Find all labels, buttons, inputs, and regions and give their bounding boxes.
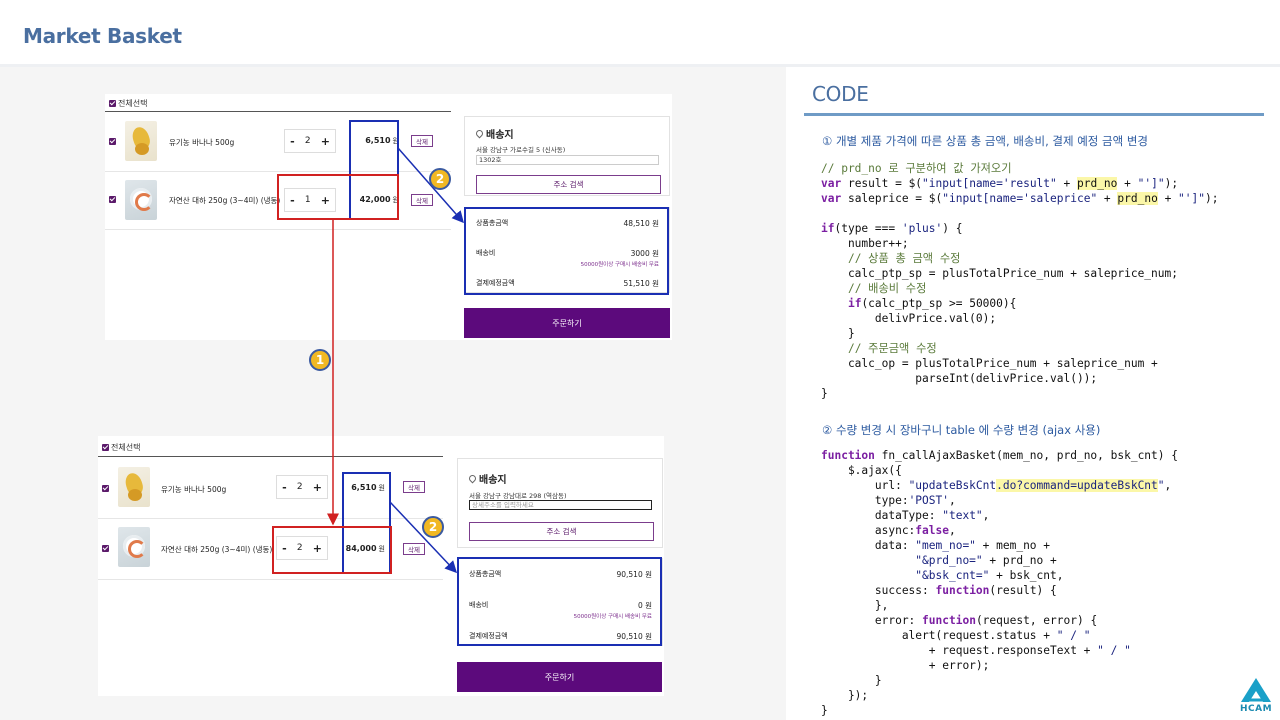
quantity-stepper[interactable]: - 2 + xyxy=(276,475,328,499)
logo-text: HCAM xyxy=(1239,704,1273,714)
banana-image xyxy=(125,121,157,161)
decrease-button[interactable]: - xyxy=(290,136,295,147)
code-title: CODE xyxy=(812,82,869,106)
delivery-address: 서울 강남구 가로수길 5 (신사동) xyxy=(476,146,566,154)
increase-button[interactable]: + xyxy=(313,482,322,493)
decrease-button[interactable]: - xyxy=(282,482,287,493)
step-badge-2: 2 xyxy=(422,516,444,538)
summary-highlight-bottom xyxy=(457,557,662,646)
quantity-value: 2 xyxy=(304,136,311,146)
select-all[interactable]: 전체선택 xyxy=(109,98,147,109)
delivery-heading: 배송지 xyxy=(474,126,514,141)
product-name: 자연산 대하 250g (3~4미) (냉동) xyxy=(169,196,281,205)
row-divider xyxy=(98,518,443,519)
location-pin-icon xyxy=(474,128,485,139)
delivery-panel: 배송지 서울 강남구 강남대로 298 (역삼동) 상세주소를 입력하세요 주소… xyxy=(457,458,663,548)
delivery-heading-label: 배송지 xyxy=(486,130,514,141)
code-title-rule xyxy=(804,113,1264,116)
item-checkbox[interactable] xyxy=(102,545,109,552)
code-heading-1: ① 개별 제품 가격에 따른 상품 총 금액, 배송비, 결제 예정 금액 변경 xyxy=(822,134,1148,148)
select-all-checkbox[interactable] xyxy=(102,444,109,451)
row-divider xyxy=(98,579,443,580)
select-all-checkbox[interactable] xyxy=(109,100,116,107)
code-block-2: function fn_callAjaxBasket(mem_no, prd_n… xyxy=(821,449,1178,717)
select-all-label: 전체선택 xyxy=(118,99,148,108)
quantity-value: 2 xyxy=(296,482,303,492)
item-checkbox[interactable] xyxy=(102,485,109,492)
code-block-1: // prd_no 로 구분하여 값 가져오기 var result = $("i… xyxy=(821,162,1219,400)
increase-button[interactable]: + xyxy=(321,136,330,147)
delivery-panel: 배송지 서울 강남구 가로수길 5 (신사동) 1302호 주소 검색 xyxy=(464,116,670,196)
delivery-heading-label: 배송지 xyxy=(479,475,507,486)
order-button[interactable]: 주문하기 xyxy=(457,662,662,692)
page-title: Market Basket xyxy=(23,24,182,48)
location-pin-icon xyxy=(467,473,478,484)
delete-button[interactable]: 삭제 xyxy=(403,543,425,555)
step-badge-1: 1 xyxy=(309,349,331,371)
address-search-button[interactable]: 주소 검색 xyxy=(469,522,654,541)
address-detail-input[interactable]: 1302호 xyxy=(476,155,659,165)
delete-button[interactable]: 삭제 xyxy=(411,135,433,147)
quantity-highlight-bottom xyxy=(272,526,392,574)
select-all-label: 전체선택 xyxy=(111,443,141,452)
step-badge-2: 2 xyxy=(429,168,451,190)
row-divider xyxy=(105,229,451,230)
delete-button[interactable]: 삭제 xyxy=(411,194,433,206)
item-checkbox[interactable] xyxy=(109,138,116,145)
cart-header-rule xyxy=(105,111,451,112)
banana-image xyxy=(118,467,150,507)
product-name: 유기농 바나나 500g xyxy=(161,485,227,494)
select-all[interactable]: 전체선택 xyxy=(102,442,140,453)
quantity-stepper[interactable]: - 2 + xyxy=(284,129,336,153)
delivery-heading: 배송지 xyxy=(467,471,507,486)
shrimp-image xyxy=(125,180,157,220)
cart-header-rule xyxy=(98,456,443,457)
quantity-highlight-top xyxy=(277,174,399,220)
delete-button[interactable]: 삭제 xyxy=(403,481,425,493)
item-checkbox[interactable] xyxy=(109,196,116,203)
summary-highlight-top xyxy=(464,207,669,295)
row-divider xyxy=(105,171,451,172)
address-detail-input[interactable]: 상세주소를 입력하세요 xyxy=(469,500,652,510)
shrimp-image xyxy=(118,527,150,567)
address-search-button[interactable]: 주소 검색 xyxy=(476,175,661,194)
order-button[interactable]: 주문하기 xyxy=(464,308,670,338)
product-name: 자연산 대하 250g (3~4미) (냉동) xyxy=(161,545,273,554)
product-name: 유기농 바나나 500g xyxy=(169,138,235,147)
delivery-address: 서울 강남구 강남대로 298 (역삼동) xyxy=(469,492,567,500)
code-heading-2: ② 수량 변경 시 장바구니 table 에 수량 변경 (ajax 사용) xyxy=(822,423,1101,437)
